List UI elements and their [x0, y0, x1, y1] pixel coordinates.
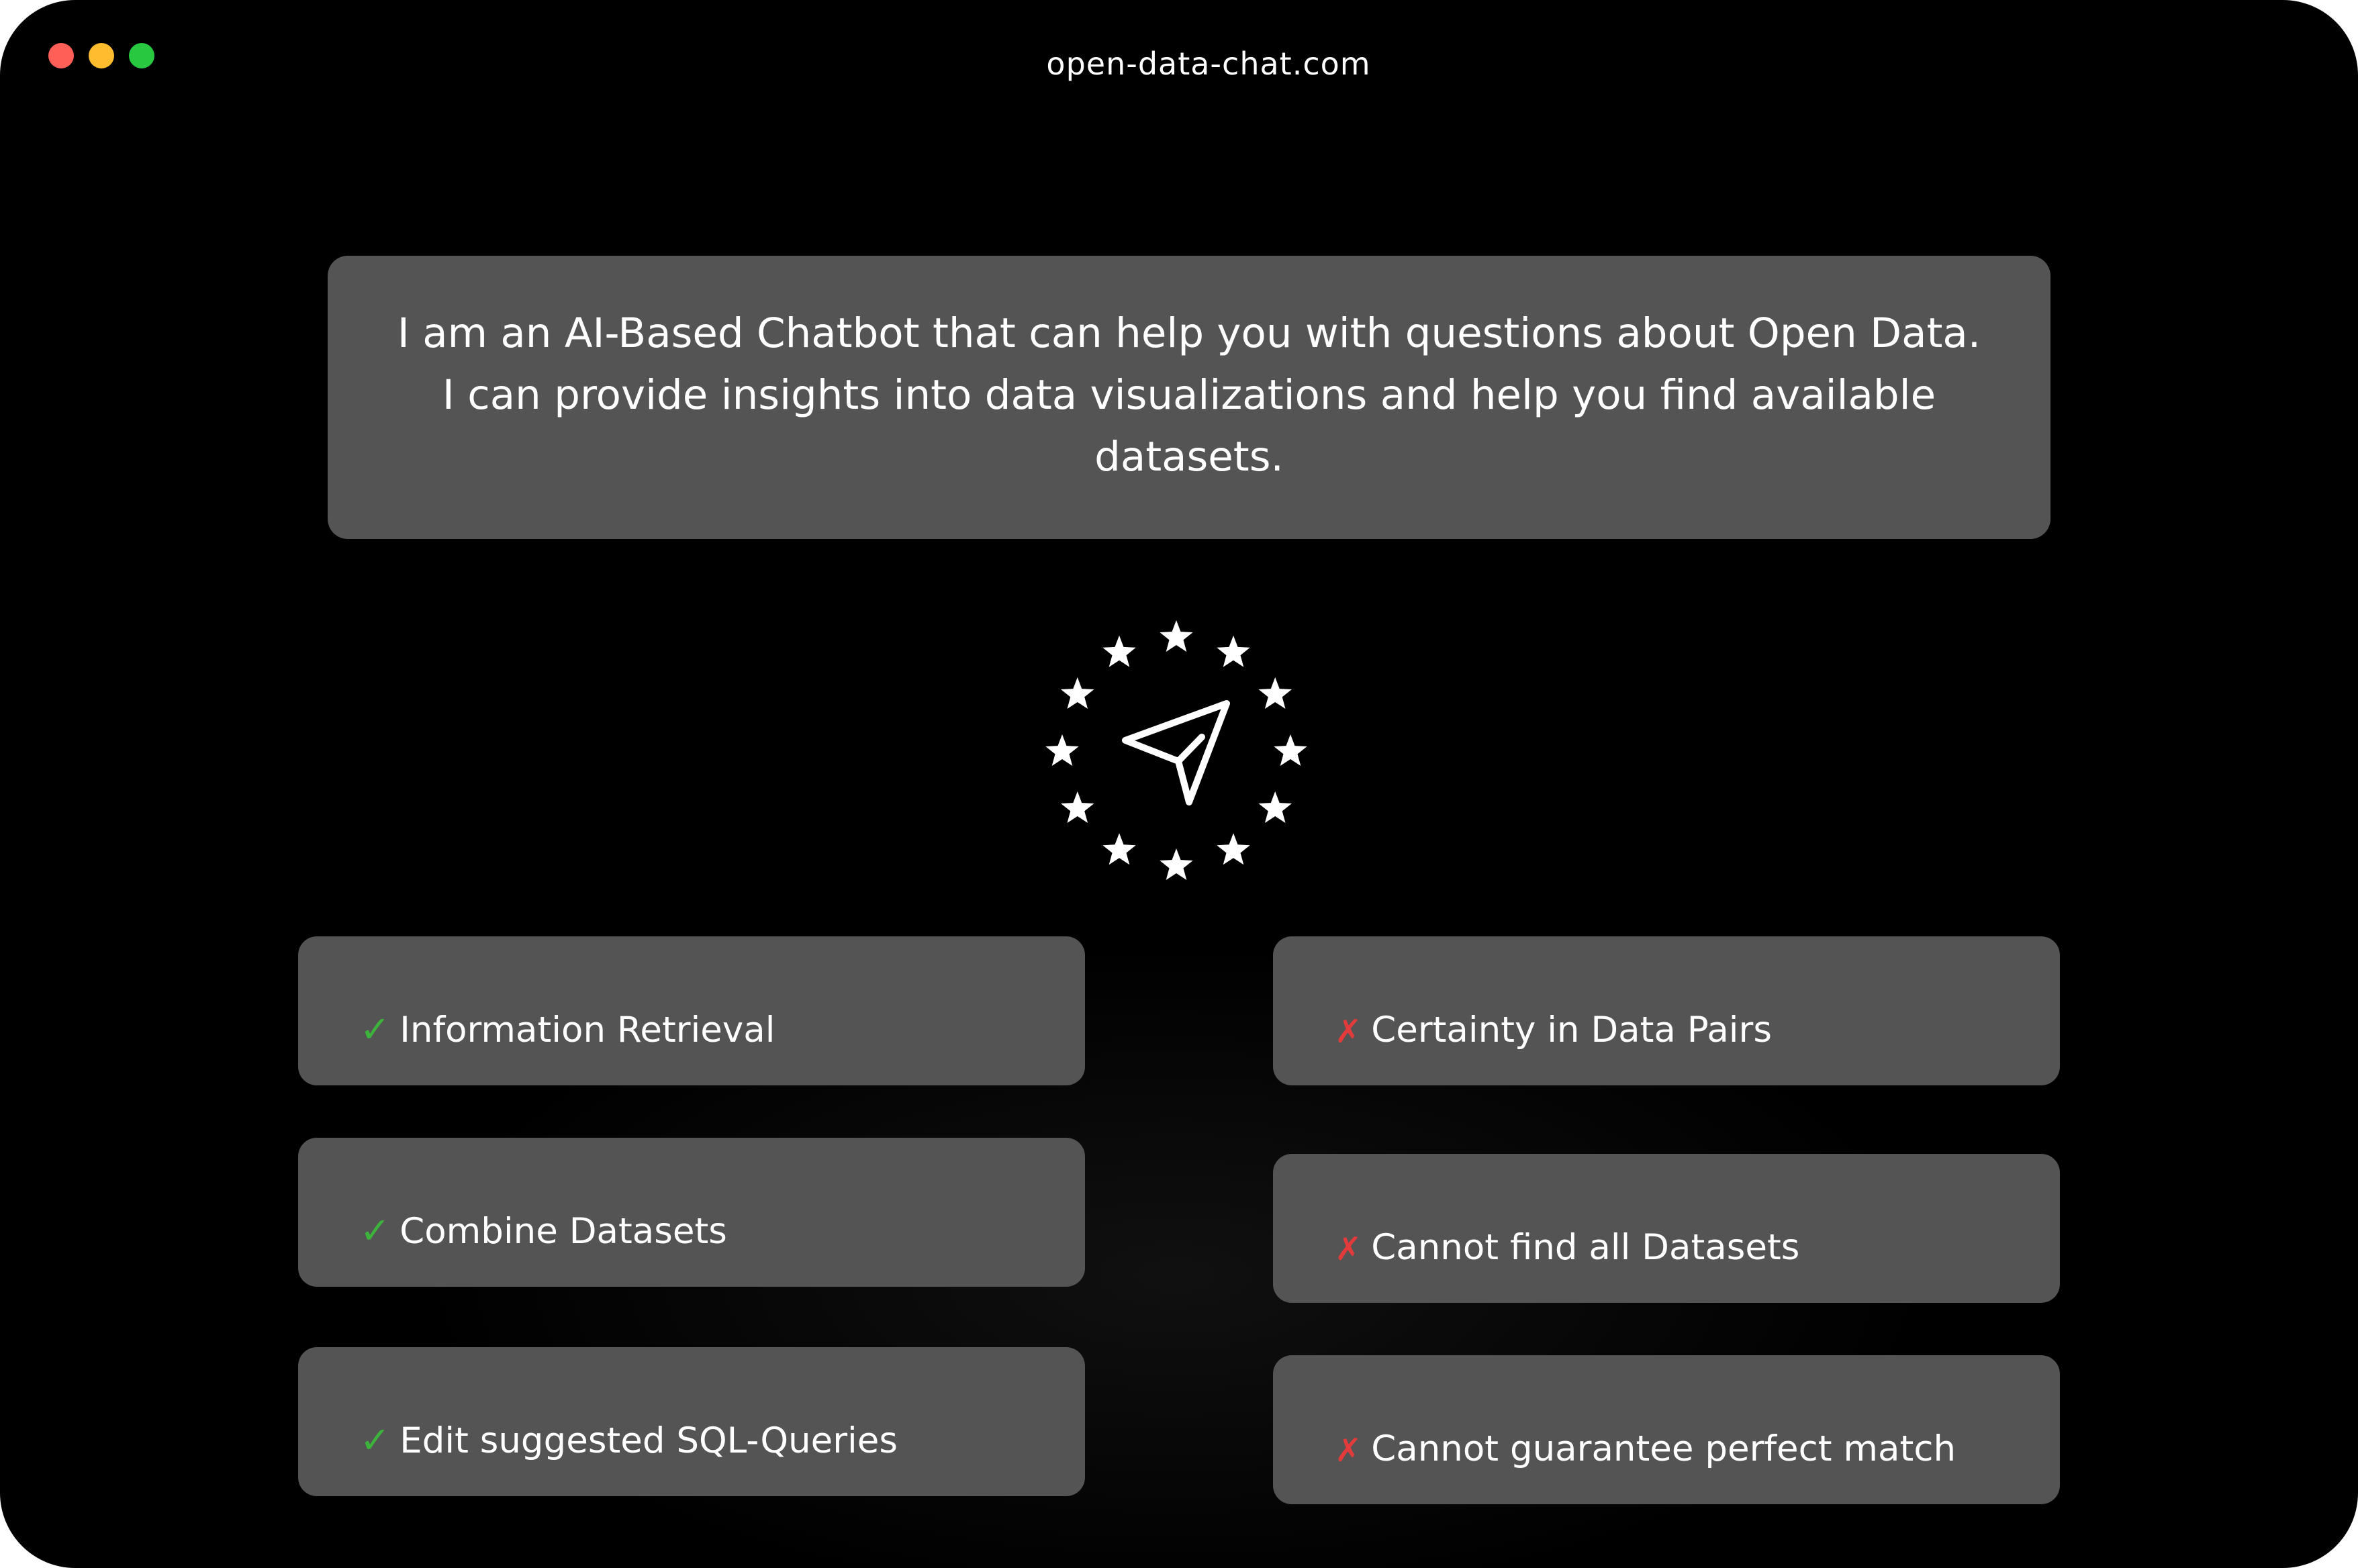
limitation-label: Cannot find all Datasets [1371, 1227, 1800, 1268]
star-icon [1045, 734, 1079, 766]
star-icon [1160, 620, 1193, 652]
check-icon: ✓ [360, 1210, 391, 1252]
star-icon [1258, 677, 1292, 709]
capability-label: Information Retrieval [399, 1010, 775, 1050]
check-icon: ✓ [360, 1419, 391, 1461]
star-icon [1217, 833, 1250, 865]
check-icon: ✓ [360, 1008, 391, 1050]
eu-stars-send-logo [1045, 620, 1307, 880]
limitation-label: Cannot guarantee perfect match [1371, 1428, 1956, 1469]
capability-label: Combine Datasets [399, 1211, 727, 1252]
capability-card: ✓ Combine Datasets [298, 1138, 1085, 1287]
star-icon [1061, 677, 1094, 709]
cross-icon: ✗ [1335, 1230, 1362, 1268]
capability-label: Edit suggested SQL-Queries [399, 1420, 898, 1461]
star-icon [1258, 791, 1292, 823]
star-icon [1160, 848, 1193, 880]
cross-icon: ✗ [1335, 1013, 1362, 1050]
browser-window: open-data-chat.com I am an AI-Based Chat… [0, 0, 2358, 1568]
chatbot-intro-message: I am an AI-Based Chatbot that can help y… [328, 256, 2050, 539]
limitation-label: Certainty in Data Pairs [1371, 1010, 1772, 1050]
star-icon [1102, 833, 1136, 865]
send-icon [1122, 700, 1230, 805]
capability-card: ✓ Edit suggested SQL-Queries [298, 1347, 1085, 1496]
star-icon [1217, 635, 1250, 667]
star-ring [1045, 620, 1307, 880]
limitation-card: ✗ Cannot guarantee perfect match [1273, 1355, 2060, 1504]
cross-icon: ✗ [1335, 1432, 1362, 1469]
capability-card: ✓ Information Retrieval [298, 936, 1085, 1085]
star-icon [1102, 635, 1136, 667]
star-icon [1274, 734, 1307, 766]
star-icon [1061, 791, 1094, 823]
intro-text: I am an AI-Based Chatbot that can help y… [397, 309, 1981, 481]
limitation-card: ✗ Cannot find all Datasets [1273, 1154, 2060, 1303]
limitation-card: ✗ Certainty in Data Pairs [1273, 936, 2060, 1085]
address-bar-url[interactable]: open-data-chat.com [0, 46, 2358, 82]
